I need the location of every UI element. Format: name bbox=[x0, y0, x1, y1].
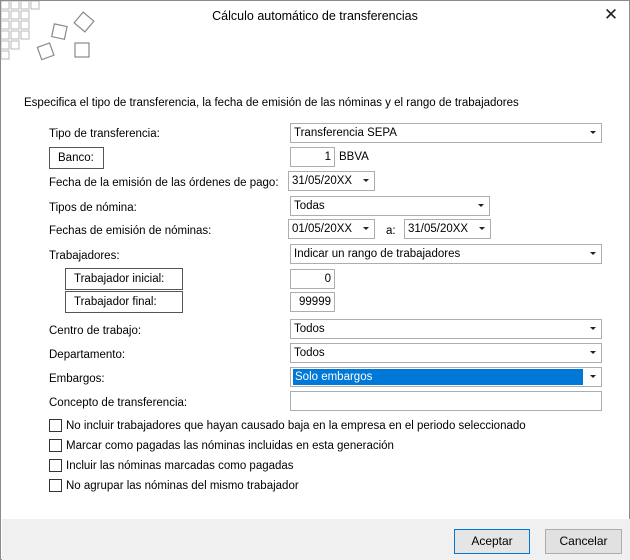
fechas-emision-nominas-label: Fechas de emisión de nóminas: bbox=[49, 225, 212, 237]
option-label-3: Incluir las nóminas marcadas como pagada… bbox=[66, 460, 294, 472]
cancel-button[interactable]: Cancelar bbox=[545, 529, 622, 554]
description-text: Especifica el tipo de transferencia, la … bbox=[24, 97, 519, 109]
dialog-title: Cálculo automático de transferencias bbox=[212, 9, 418, 23]
banco-code-field[interactable]: 1 bbox=[290, 147, 335, 167]
fecha-hasta-picker[interactable]: 31/05/20XX bbox=[404, 219, 491, 239]
tipo-transferencia-label: Tipo de transferencia: bbox=[49, 128, 160, 140]
chevron-down-icon bbox=[585, 245, 601, 263]
trabajador-inicial-field[interactable]: 0 bbox=[290, 269, 335, 289]
fecha-hasta-value: 31/05/20XX bbox=[408, 223, 469, 235]
option-checkbox-4[interactable] bbox=[49, 479, 62, 492]
trabajador-inicial-value: 0 bbox=[324, 273, 331, 285]
chevron-down-icon bbox=[585, 344, 601, 362]
chevron-down-icon bbox=[358, 172, 374, 190]
embargos-label: Embargos: bbox=[49, 373, 105, 385]
banco-code-value: 1 bbox=[324, 151, 331, 163]
trabajador-final-field[interactable]: 99999 bbox=[290, 292, 335, 312]
centro-trabajo-value: Todos bbox=[294, 323, 325, 335]
accept-button[interactable]: Aceptar bbox=[454, 529, 530, 554]
trabajadores-label: Trabajadores: bbox=[49, 250, 120, 262]
trabajador-inicial-button[interactable]: Trabajador inicial: bbox=[65, 268, 183, 290]
centro-trabajo-select[interactable]: Todos bbox=[290, 319, 602, 339]
tipo-transferencia-select[interactable]: Transferencia SEPA bbox=[290, 123, 602, 143]
fecha-desde-value: 01/05/20XX bbox=[292, 223, 353, 235]
trabajador-final-value: 99999 bbox=[299, 296, 331, 308]
banco-name: BBVA bbox=[339, 151, 369, 163]
option-checkbox-2[interactable] bbox=[49, 439, 62, 452]
a-label: a: bbox=[386, 225, 396, 237]
banco-label: Banco: bbox=[58, 152, 94, 164]
concepto-field[interactable] bbox=[290, 391, 602, 411]
dialog-footer: Aceptar Cancelar bbox=[2, 519, 630, 560]
option-checkbox-1[interactable] bbox=[49, 419, 62, 432]
trabajador-inicial-label: Trabajador inicial: bbox=[74, 273, 165, 285]
close-icon[interactable]: ✕ bbox=[601, 5, 621, 25]
departamento-select[interactable]: Todos bbox=[290, 343, 602, 363]
fecha-emision-ordenes-label: Fecha de la emisión de las órdenes de pa… bbox=[49, 177, 279, 189]
title-bar: Cálculo automático de transferencias ✕ bbox=[1, 1, 629, 33]
chevron-down-icon bbox=[474, 220, 490, 238]
option-label-1: No incluir trabajadores que hayan causad… bbox=[66, 420, 526, 432]
centro-trabajo-label: Centro de trabajo: bbox=[49, 325, 142, 337]
trabajadores-select[interactable]: Indicar un rango de trabajadores bbox=[290, 244, 602, 264]
trabajador-final-button[interactable]: Trabajador final: bbox=[65, 291, 183, 313]
chevron-down-icon bbox=[585, 368, 601, 386]
concepto-label: Concepto de transferencia: bbox=[49, 397, 188, 409]
departamento-value: Todos bbox=[294, 347, 325, 359]
tipos-nomina-value: Todas bbox=[294, 200, 325, 212]
option-label-2: Marcar como pagadas las nóminas incluida… bbox=[66, 440, 394, 452]
tipo-transferencia-value: Transferencia SEPA bbox=[294, 127, 397, 139]
fecha-desde-picker[interactable]: 01/05/20XX bbox=[288, 219, 375, 239]
chevron-down-icon bbox=[585, 320, 601, 338]
dialog-window: Cálculo automático de transferencias ✕ E… bbox=[0, 0, 630, 560]
trabajador-final-label: Trabajador final: bbox=[74, 296, 157, 308]
tipos-nomina-select[interactable]: Todas bbox=[290, 196, 490, 216]
embargos-value: Solo embargos bbox=[293, 369, 583, 385]
fecha-emision-ordenes-picker[interactable]: 31/05/20XX bbox=[288, 171, 375, 191]
tipos-nomina-label: Tipos de nómina: bbox=[49, 202, 137, 214]
option-checkbox-3[interactable] bbox=[49, 459, 62, 472]
fecha-emision-ordenes-value: 31/05/20XX bbox=[292, 175, 353, 187]
chevron-down-icon bbox=[473, 197, 489, 215]
departamento-label: Departamento: bbox=[49, 349, 126, 361]
option-label-4: No agrupar las nóminas del mismo trabaja… bbox=[66, 480, 299, 492]
embargos-select[interactable]: Solo embargos bbox=[290, 367, 602, 387]
banco-button[interactable]: Banco: bbox=[49, 147, 104, 169]
chevron-down-icon bbox=[358, 220, 374, 238]
chevron-down-icon bbox=[585, 124, 601, 142]
trabajadores-value: Indicar un rango de trabajadores bbox=[294, 248, 461, 260]
